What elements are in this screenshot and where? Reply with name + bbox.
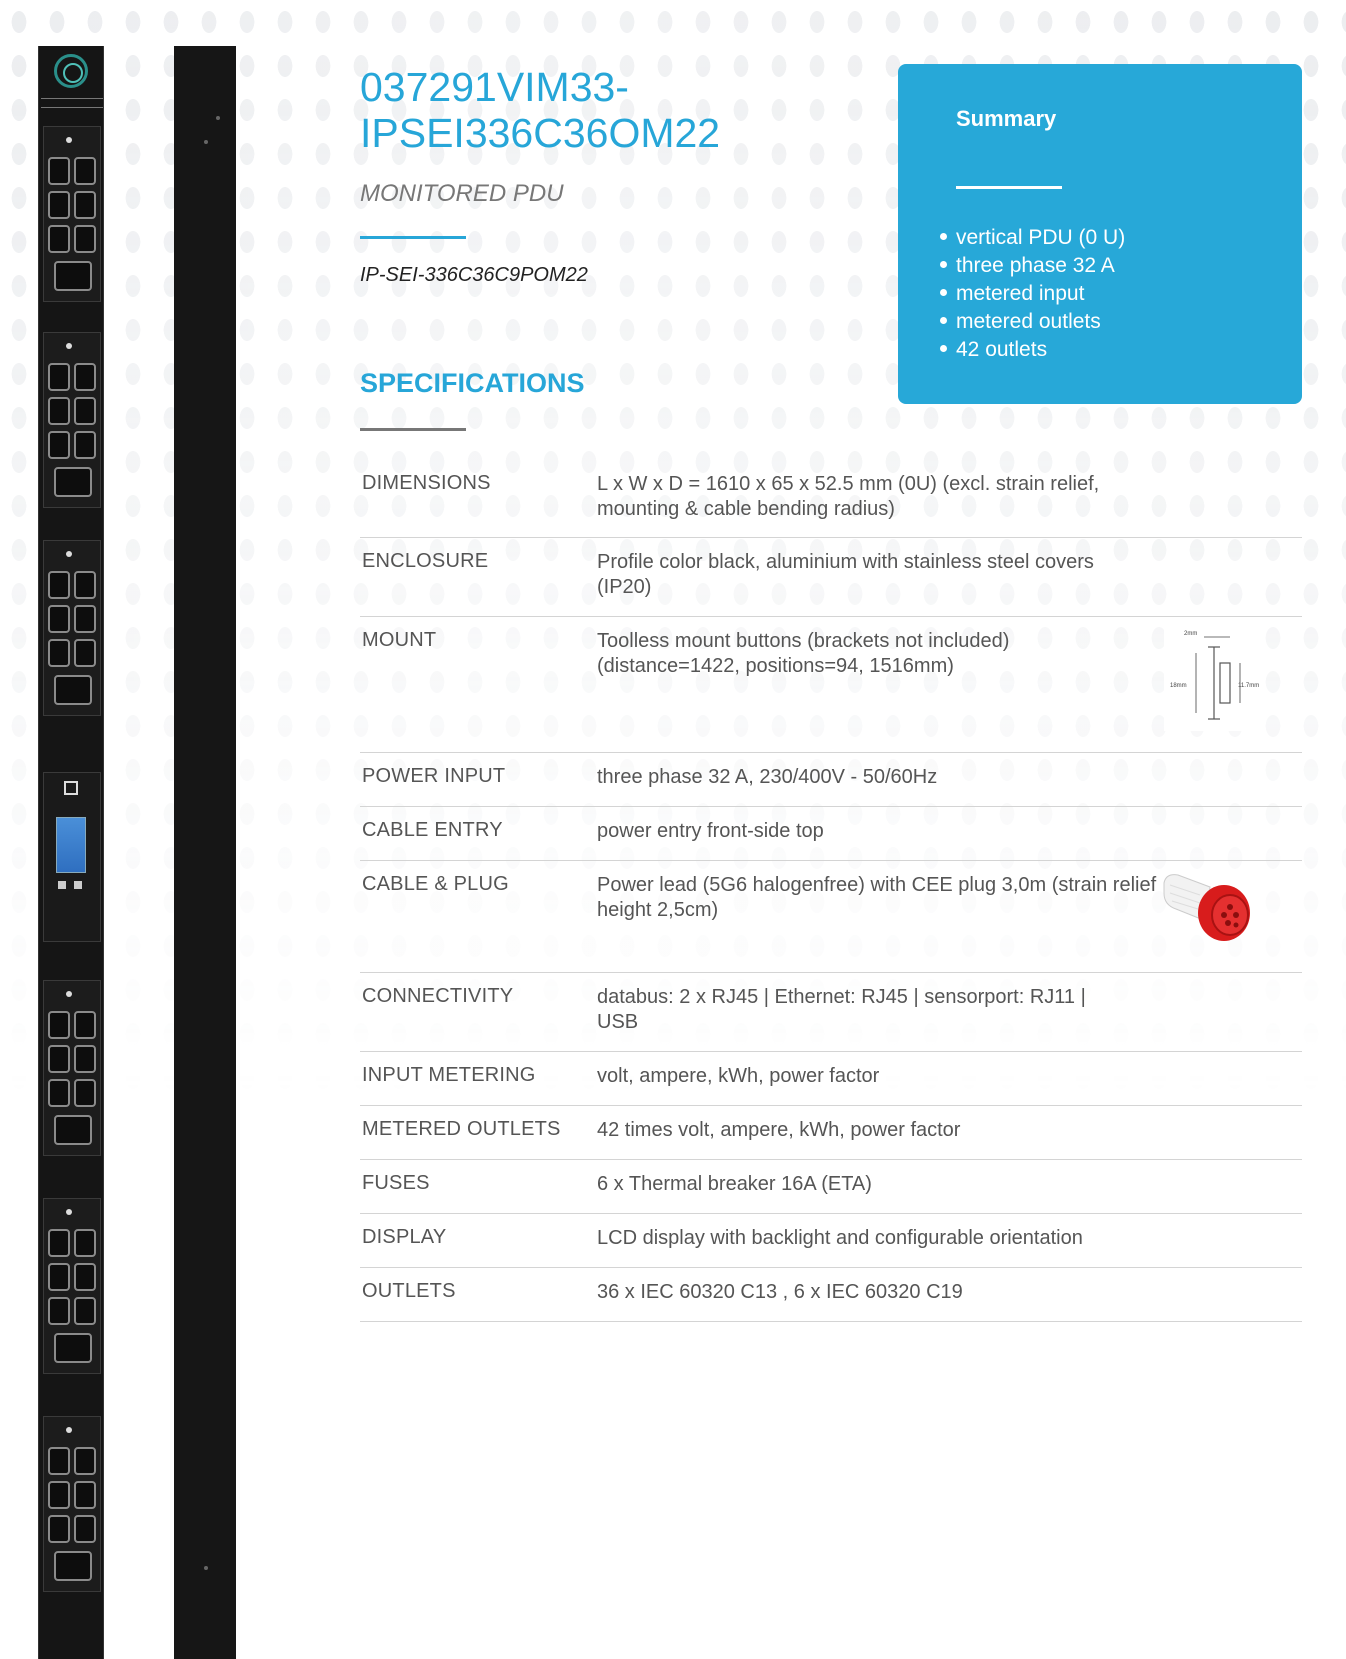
spec-row-power-input: POWER INPUT three phase 32 A, 230/400V -… bbox=[360, 753, 1302, 807]
product-title: 037291VIM33-IPSEI336C36OM22 bbox=[360, 64, 721, 156]
specifications-table: DIMENSIONS L x W x D = 1610 x 65 x 52.5 … bbox=[360, 460, 1302, 1322]
spec-value: volt, ampere, kWh, power factor bbox=[597, 1065, 880, 1087]
outlet-bank bbox=[43, 1198, 101, 1374]
summary-box: Summary vertical PDU (0 U) three phase 3… bbox=[898, 64, 1302, 404]
spec-label: ENCLOSURE bbox=[362, 550, 489, 572]
spec-label: CABLE ENTRY bbox=[362, 819, 503, 841]
spec-row-fuses: FUSES 6 x Thermal breaker 16A (ETA) bbox=[360, 1160, 1302, 1214]
spec-label: FUSES bbox=[362, 1172, 430, 1194]
spec-row-display: DISPLAY LCD display with backlight and c… bbox=[360, 1214, 1302, 1268]
spec-label: METERED OUTLETS bbox=[362, 1118, 561, 1140]
specifications-divider bbox=[360, 428, 466, 431]
pdu-display-panel bbox=[43, 772, 101, 942]
summary-item: three phase 32 A bbox=[938, 252, 1125, 280]
summary-item: metered input bbox=[938, 280, 1125, 308]
outlet-bank bbox=[43, 1416, 101, 1592]
spec-row-dimensions: DIMENSIONS L x W x D = 1610 x 65 x 52.5 … bbox=[360, 460, 1302, 538]
spec-value: Toolless mount buttons (brackets not inc… bbox=[597, 630, 1010, 677]
spec-row-cable-plug: CABLE & PLUG Power lead (5G6 halogenfree… bbox=[360, 861, 1302, 973]
outlet-bank bbox=[43, 332, 101, 508]
diagram-label: 11.7mm bbox=[1238, 683, 1259, 689]
spec-row-enclosure: ENCLOSURE Profile color black, aluminium… bbox=[360, 538, 1302, 617]
spec-row-cable-entry: CABLE ENTRY power entry front-side top bbox=[360, 807, 1302, 861]
spec-value: Power lead (5G6 halogenfree) with CEE pl… bbox=[597, 874, 1157, 921]
summary-list: vertical PDU (0 U) three phase 32 A mete… bbox=[938, 224, 1125, 364]
specifications-heading: SPECIFICATIONS bbox=[360, 368, 585, 398]
spec-label: INPUT METERING bbox=[362, 1064, 536, 1086]
spec-value: 42 times volt, ampere, kWh, power factor bbox=[597, 1119, 961, 1141]
product-subtitle: MONITORED PDU bbox=[360, 180, 564, 207]
spec-value: databus: 2 x RJ45 | Ethernet: RJ45 | sen… bbox=[597, 986, 1086, 1033]
outlet-bank bbox=[43, 540, 101, 716]
part-number: IP-SEI-336C36C9POM22 bbox=[360, 264, 588, 286]
spec-value: power entry front-side top bbox=[597, 820, 824, 842]
cee-plug-photo bbox=[1163, 874, 1250, 941]
spec-label: CONNECTIVITY bbox=[362, 985, 514, 1007]
spec-value: three phase 32 A, 230/400V - 50/60Hz bbox=[597, 766, 938, 788]
spec-row-metered-outlets: METERED OUTLETS 42 times volt, ampere, k… bbox=[360, 1106, 1302, 1160]
outlet-bank bbox=[43, 126, 101, 302]
spec-row-connectivity: CONNECTIVITY databus: 2 x RJ45 | Etherne… bbox=[360, 973, 1302, 1052]
spec-row-mount: MOUNT Toolless mount buttons (brackets n… bbox=[360, 617, 1302, 753]
spec-value: L x W x D = 1610 x 65 x 52.5 mm (0U) (ex… bbox=[597, 473, 1100, 520]
spec-label: DISPLAY bbox=[362, 1226, 447, 1248]
spec-row-input-metering: INPUT METERING volt, ampere, kWh, power … bbox=[360, 1052, 1302, 1106]
pdu-front-image bbox=[38, 46, 104, 1659]
title-divider bbox=[360, 236, 466, 239]
spec-value: 36 x IEC 60320 C13 , 6 x IEC 60320 C19 bbox=[597, 1281, 963, 1303]
spec-label: OUTLETS bbox=[362, 1280, 456, 1302]
spec-label: CABLE & PLUG bbox=[362, 873, 509, 895]
pdu-brand-plate bbox=[41, 98, 103, 108]
outlet-bank bbox=[43, 980, 101, 1156]
spec-label: POWER INPUT bbox=[362, 765, 506, 787]
diagram-label: 2mm bbox=[1184, 631, 1197, 637]
spec-value: LCD display with backlight and configura… bbox=[597, 1227, 1083, 1249]
mount-bracket-diagram: 2mm 18mm 11.7mm bbox=[1164, 623, 1264, 731]
spec-label: MOUNT bbox=[362, 629, 437, 651]
pdu-side-image bbox=[174, 46, 236, 1659]
spec-value: Profile color black, aluminium with stai… bbox=[597, 551, 1094, 598]
spec-value: 6 x Thermal breaker 16A (ETA) bbox=[597, 1173, 872, 1195]
summary-divider bbox=[956, 186, 1062, 189]
spec-row-outlets: OUTLETS 36 x IEC 60320 C13 , 6 x IEC 603… bbox=[360, 1268, 1302, 1322]
spec-label: DIMENSIONS bbox=[362, 472, 491, 494]
lcd-screen bbox=[56, 817, 86, 873]
summary-item: vertical PDU (0 U) bbox=[938, 224, 1125, 252]
summary-heading: Summary bbox=[956, 106, 1057, 131]
diagram-label: 18mm bbox=[1170, 683, 1187, 689]
pdu-logo-icon bbox=[54, 54, 88, 88]
summary-item: 42 outlets bbox=[938, 336, 1125, 364]
summary-item: metered outlets bbox=[938, 308, 1125, 336]
